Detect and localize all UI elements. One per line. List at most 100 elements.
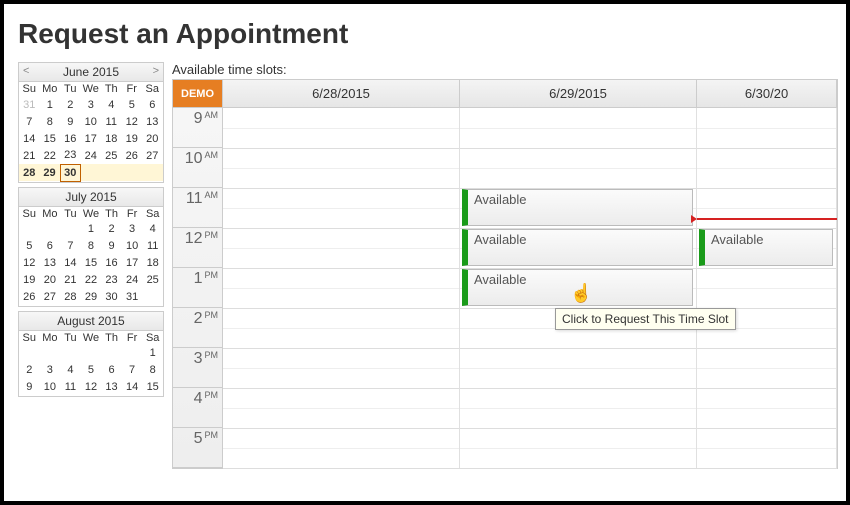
- calendar-day[interactable]: 2: [60, 96, 81, 113]
- calendar-day[interactable]: 5: [81, 362, 102, 379]
- calendar-day[interactable]: 19: [122, 130, 143, 147]
- dow-header: Th: [101, 207, 122, 221]
- calendar-day[interactable]: 5: [122, 96, 143, 113]
- calendar-day[interactable]: 4: [60, 362, 81, 379]
- calendar-day[interactable]: 29: [40, 164, 61, 181]
- calendar-day[interactable]: 26: [122, 147, 143, 164]
- calendar-day[interactable]: 13: [101, 379, 122, 396]
- calendar-day[interactable]: 29: [81, 289, 102, 306]
- calendar-day: [122, 345, 143, 362]
- calendar-day[interactable]: 2: [101, 221, 122, 238]
- calendar-day[interactable]: 6: [40, 238, 61, 255]
- calendar-day[interactable]: 31: [19, 96, 40, 113]
- calendar-day[interactable]: 8: [81, 238, 102, 255]
- calendar-day[interactable]: 4: [142, 221, 163, 238]
- calendar-day[interactable]: 24: [122, 272, 143, 289]
- calendar-day[interactable]: 30: [101, 289, 122, 306]
- calendar-day[interactable]: 21: [19, 147, 40, 164]
- calendar-day: [101, 345, 122, 362]
- calendar-day[interactable]: 15: [142, 379, 163, 396]
- calendar-day[interactable]: 27: [142, 147, 163, 164]
- calendar-day[interactable]: 27: [40, 289, 61, 306]
- calendar-day[interactable]: 19: [19, 272, 40, 289]
- calendar-day[interactable]: 17: [81, 130, 102, 147]
- calendar-day[interactable]: 11: [142, 238, 163, 255]
- calendar-day[interactable]: 12: [81, 379, 102, 396]
- calendar-day[interactable]: 3: [40, 362, 61, 379]
- dow-header: Sa: [142, 207, 163, 221]
- hour-label: 11AM: [173, 188, 222, 228]
- calendar-day[interactable]: 11: [101, 113, 122, 130]
- calendar-day[interactable]: 16: [101, 255, 122, 272]
- calendar-day[interactable]: 9: [19, 379, 40, 396]
- calendar-day[interactable]: 5: [19, 238, 40, 255]
- calendar-day[interactable]: 18: [142, 255, 163, 272]
- calendar-day[interactable]: 15: [81, 255, 102, 272]
- calendar-day[interactable]: 12: [122, 113, 143, 130]
- calendar-day[interactable]: 15: [40, 130, 61, 147]
- calendar-day[interactable]: 28: [60, 289, 81, 306]
- calendar-day[interactable]: 14: [19, 130, 40, 147]
- calendar-day[interactable]: 16: [60, 130, 81, 147]
- dow-header: Fr: [122, 207, 143, 221]
- calendar-day[interactable]: 24: [81, 147, 102, 164]
- calendar-day[interactable]: 10: [40, 379, 61, 396]
- calendar-day[interactable]: 21: [60, 272, 81, 289]
- calendar-day[interactable]: 25: [101, 147, 122, 164]
- calendar-day[interactable]: 26: [19, 289, 40, 306]
- calendar-day[interactable]: 10: [81, 113, 102, 130]
- dow-header: We: [81, 331, 102, 345]
- calendar-day[interactable]: 18: [101, 130, 122, 147]
- calendar-day[interactable]: 23: [60, 147, 81, 164]
- dow-header: Th: [101, 82, 122, 96]
- calendar-day[interactable]: 6: [101, 362, 122, 379]
- prev-month-button[interactable]: <: [23, 65, 29, 77]
- calendar-day[interactable]: 3: [122, 221, 143, 238]
- calendar-day[interactable]: 13: [40, 255, 61, 272]
- calendar-day[interactable]: 20: [40, 272, 61, 289]
- calendar-day[interactable]: 9: [60, 113, 81, 130]
- calendar-day[interactable]: 22: [40, 147, 61, 164]
- calendar-day[interactable]: 20: [142, 130, 163, 147]
- calendar-day[interactable]: 1: [81, 221, 102, 238]
- calendar-day[interactable]: 14: [60, 255, 81, 272]
- current-time-indicator: [697, 218, 837, 220]
- available-slot[interactable]: Available: [462, 189, 693, 226]
- calendar-day[interactable]: 28: [19, 164, 40, 181]
- calendar-day[interactable]: 7: [60, 238, 81, 255]
- calendar-day[interactable]: 12: [19, 255, 40, 272]
- calendar-day: [81, 164, 102, 181]
- calendar-day[interactable]: 2: [19, 362, 40, 379]
- calendar-day: [122, 164, 143, 181]
- calendar-day[interactable]: 17: [122, 255, 143, 272]
- day-column[interactable]: [223, 108, 460, 468]
- calendar-day: [40, 221, 61, 238]
- available-slot[interactable]: Available: [462, 269, 693, 306]
- mini-calendar: July 2015SuMoTuWeThFrSa12345678910111213…: [18, 187, 164, 307]
- calendar-day[interactable]: 8: [40, 113, 61, 130]
- calendar-day[interactable]: 11: [60, 379, 81, 396]
- dow-header: Tu: [60, 331, 81, 345]
- dow-header: Mo: [40, 82, 61, 96]
- calendar-day[interactable]: 1: [40, 96, 61, 113]
- calendar-day[interactable]: 13: [142, 113, 163, 130]
- calendar-day[interactable]: 14: [122, 379, 143, 396]
- calendar-day[interactable]: 6: [142, 96, 163, 113]
- calendar-day[interactable]: 10: [122, 238, 143, 255]
- next-month-button[interactable]: >: [153, 65, 159, 77]
- calendar-day[interactable]: 1: [142, 345, 163, 362]
- day-column[interactable]: [697, 108, 837, 468]
- available-slot[interactable]: Available: [462, 229, 693, 266]
- calendar-day[interactable]: 23: [101, 272, 122, 289]
- calendar-day[interactable]: 31: [122, 289, 143, 306]
- available-slot[interactable]: Available: [699, 229, 833, 266]
- calendar-day[interactable]: 30: [60, 164, 81, 181]
- calendar-day[interactable]: 9: [101, 238, 122, 255]
- calendar-day[interactable]: 7: [122, 362, 143, 379]
- calendar-day[interactable]: 22: [81, 272, 102, 289]
- calendar-day[interactable]: 7: [19, 113, 40, 130]
- calendar-day[interactable]: 3: [81, 96, 102, 113]
- calendar-day[interactable]: 4: [101, 96, 122, 113]
- calendar-day[interactable]: 8: [142, 362, 163, 379]
- calendar-day[interactable]: 25: [142, 272, 163, 289]
